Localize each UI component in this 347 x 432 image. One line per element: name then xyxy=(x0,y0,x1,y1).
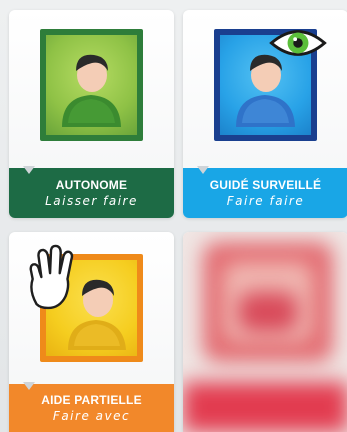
person-icon xyxy=(62,54,121,127)
card-autonome[interactable]: AUTONOME Laisser faire xyxy=(9,10,174,218)
card-subtitle: Faire faire xyxy=(226,193,305,208)
card-subtitle: Faire avec xyxy=(52,408,131,423)
card-banner: AIDE PARTIELLE Faire avec xyxy=(9,382,174,432)
notch-triangle xyxy=(23,382,35,390)
person-frame xyxy=(40,29,143,141)
card-title: GUIDÉ SURVEILLÉ xyxy=(209,177,322,192)
notch-triangle xyxy=(23,166,35,174)
hand-icon xyxy=(29,244,74,310)
card-banner: AUTONOME Laisser faire xyxy=(9,166,174,218)
eye-icon xyxy=(269,30,327,56)
card-guide-surveille[interactable]: GUIDÉ SURVEILLÉ Faire faire xyxy=(183,10,347,218)
card-grid: AUTONOME Laisser faire GUIDÉ SURVEILLÉ F… xyxy=(0,0,347,432)
card-title: AUTONOME xyxy=(55,177,128,192)
card-banner: GUIDÉ SURVEILLÉ Faire faire xyxy=(183,166,347,218)
card-aide-partielle[interactable]: AIDE PARTIELLE Faire avec xyxy=(9,232,174,432)
card-title: AIDE PARTIELLE xyxy=(41,392,142,407)
notch-triangle xyxy=(197,166,209,174)
card-subtitle: Laisser faire xyxy=(45,193,138,208)
card-blurred[interactable] xyxy=(183,232,347,432)
blurred-card-content xyxy=(183,232,347,432)
